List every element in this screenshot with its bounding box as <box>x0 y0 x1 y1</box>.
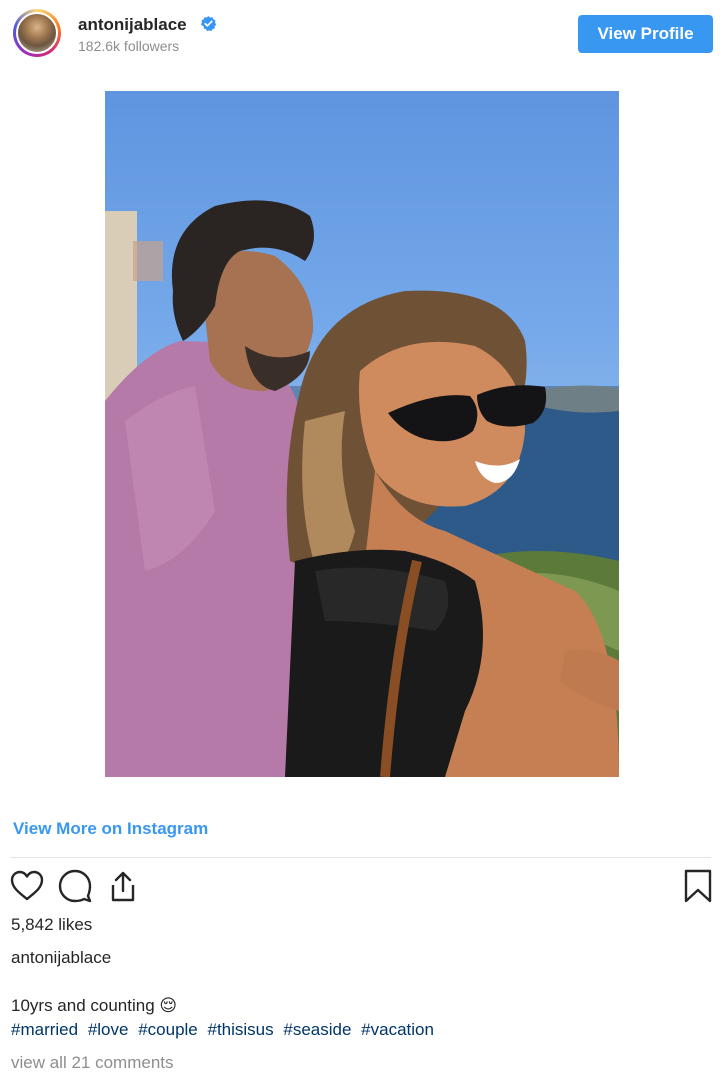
hashtag-link[interactable]: #love <box>88 1020 129 1039</box>
avatar[interactable] <box>13 9 61 57</box>
caption-text: 10yrs and counting 😌 <box>11 996 178 1015</box>
caption-username[interactable]: antonijablace <box>11 948 111 968</box>
post-header: antonijablace 182.6k followers View Prof… <box>0 0 725 70</box>
hashtag-link[interactable]: #thisisus <box>208 1020 274 1039</box>
hashtag-link[interactable]: #seaside <box>283 1020 351 1039</box>
comment-icon[interactable] <box>57 868 93 904</box>
heart-icon[interactable] <box>9 868 45 904</box>
view-more-link[interactable]: View More on Instagram <box>13 819 208 839</box>
username-link[interactable]: antonijablace <box>78 15 187 35</box>
hashtag-link[interactable]: #married <box>11 1020 78 1039</box>
verified-badge-icon <box>200 16 217 32</box>
view-profile-button[interactable]: View Profile <box>578 15 713 53</box>
hashtag-list: #married #love #couple #thisisus #seasid… <box>11 1020 439 1040</box>
avatar-image <box>16 12 58 54</box>
share-icon[interactable] <box>105 868 141 904</box>
hashtag-link[interactable]: #couple <box>138 1020 198 1039</box>
followers-count: 182.6k followers <box>78 38 180 54</box>
post-photo-illustration <box>105 200 619 777</box>
divider <box>10 857 711 858</box>
likes-count[interactable]: 5,842 likes <box>11 915 92 935</box>
view-comments-link[interactable]: view all 21 comments <box>11 1053 174 1073</box>
post-image[interactable] <box>105 91 619 777</box>
hashtag-link[interactable]: #vacation <box>361 1020 434 1039</box>
bookmark-icon[interactable] <box>680 868 716 904</box>
